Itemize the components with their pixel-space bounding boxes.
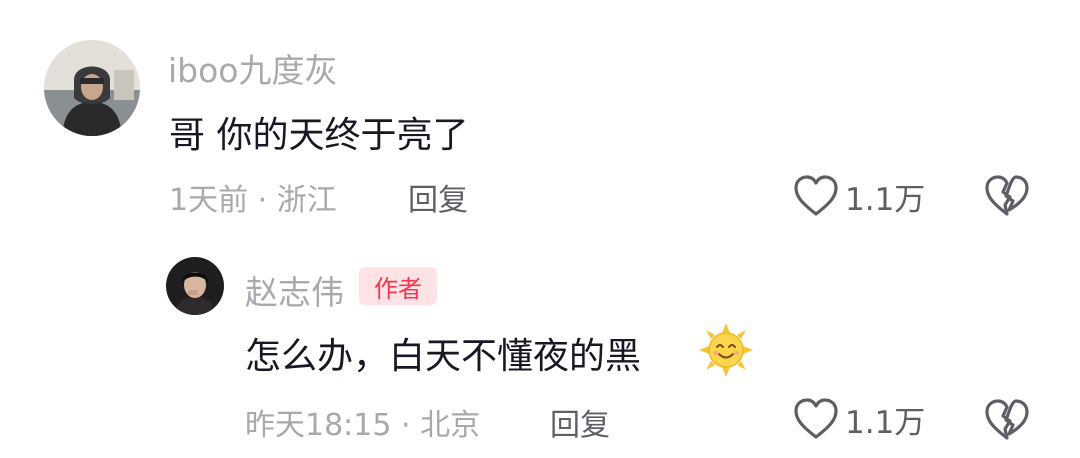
comment-item: iboo九度灰 哥 你的天终于亮了 1天前 · 浙江 回复 1.1万 [0, 0, 1080, 230]
reply-button[interactable]: 回复 [550, 400, 610, 444]
comment-meta: 1天前 · 浙江 [169, 183, 337, 218]
username[interactable]: 赵志伟 [245, 266, 344, 314]
like-count: 1.1万 [845, 181, 926, 218]
like-button[interactable]: 1.1万 [793, 394, 925, 444]
broken-heart-icon [985, 399, 1029, 440]
username[interactable]: iboo九度灰 [168, 44, 338, 92]
smiling-sun-emoji-icon [697, 321, 755, 379]
heart-icon [794, 398, 838, 439]
reply-comment-item: 赵志伟 作者 怎么办，白天不懂夜的黑 昨天18:15 · 北京 回复 1.1万 [0, 230, 1080, 458]
user-avatar[interactable] [166, 257, 224, 315]
like-count: 1.1万 [845, 404, 926, 441]
comment-text: 哥 你的天终于亮了 [169, 115, 469, 156]
dislike-button[interactable] [984, 398, 1030, 442]
user-avatar[interactable] [44, 40, 140, 136]
comment-meta: 昨天18:15 · 北京 [245, 408, 481, 443]
like-button[interactable]: 1.1万 [793, 171, 925, 221]
avatar-image [44, 40, 140, 136]
author-badge: 作者 [359, 267, 437, 305]
dislike-button[interactable] [984, 174, 1030, 218]
avatar-image [166, 257, 224, 315]
comment-text: 怎么办，白天不懂夜的黑 [245, 336, 642, 377]
broken-heart-icon [985, 175, 1029, 216]
reply-button[interactable]: 回复 [408, 175, 468, 219]
heart-icon [794, 175, 838, 216]
